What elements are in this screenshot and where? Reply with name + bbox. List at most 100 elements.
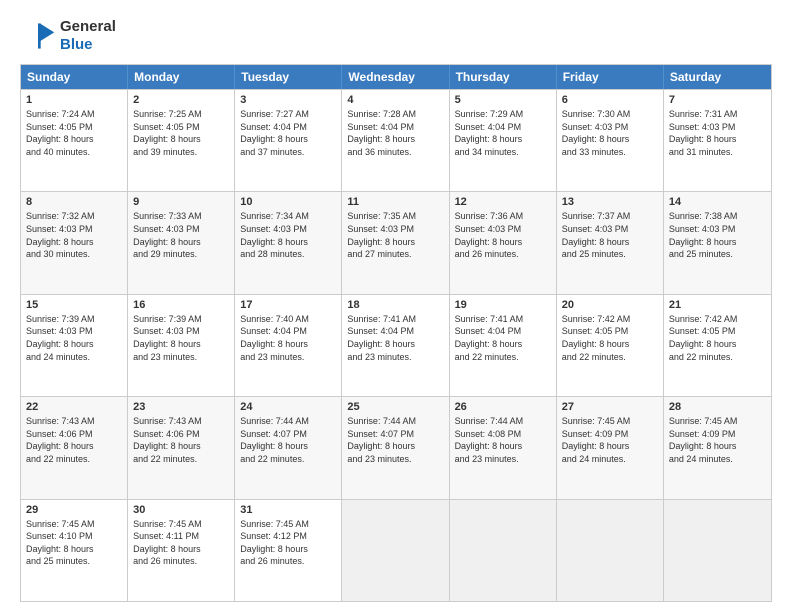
calendar-header-cell: Sunday (21, 65, 128, 89)
day-number: 6 (562, 94, 658, 106)
day-number: 3 (240, 94, 336, 106)
day-number: 27 (562, 401, 658, 413)
day-number: 17 (240, 299, 336, 311)
calendar-cell: 10 Sunrise: 7:34 AM Sunset: 4:03 PM Dayli… (235, 192, 342, 293)
day-details: Sunrise: 7:44 AM Sunset: 4:08 PM Dayligh… (455, 415, 551, 465)
day-details: Sunrise: 7:45 AM Sunset: 4:10 PM Dayligh… (26, 518, 122, 568)
calendar-cell: 30 Sunrise: 7:45 AM Sunset: 4:11 PM Dayli… (128, 500, 235, 601)
day-number: 14 (669, 196, 766, 208)
calendar-cell: 3 Sunrise: 7:27 AM Sunset: 4:04 PM Daylig… (235, 90, 342, 191)
day-number: 31 (240, 504, 336, 516)
calendar-cell: 5Sunrise: 7:29 AM Sunset: 4:04 PM Daylig… (450, 90, 557, 191)
day-details: Sunrise: 7:28 AM Sunset: 4:04 PM Dayligh… (347, 108, 443, 158)
calendar: SundayMondayTuesdayWednesdayThursdayFrid… (20, 64, 772, 602)
calendar-cell (342, 500, 449, 601)
calendar-cell: 20Sunrise: 7:42 AM Sunset: 4:05 PM Dayli… (557, 295, 664, 396)
calendar-row: 29 Sunrise: 7:45 AM Sunset: 4:10 PM Dayli… (21, 499, 771, 601)
day-details: Sunrise: 7:27 AM Sunset: 4:04 PM Dayligh… (240, 108, 336, 158)
day-details: Sunrise: 7:43 AM Sunset: 4:06 PM Dayligh… (133, 415, 229, 465)
logo-text-line2: Blue (60, 36, 116, 54)
day-number: 11 (347, 196, 443, 208)
day-details: Sunrise: 7:43 AM Sunset: 4:06 PM Dayligh… (26, 415, 122, 465)
day-number: 1 (26, 94, 122, 106)
day-details: Sunrise: 7:39 AM Sunset: 4:03 PM Dayligh… (26, 313, 122, 363)
calendar-header: SundayMondayTuesdayWednesdayThursdayFrid… (21, 65, 771, 89)
day-details: Sunrise: 7:30 AM Sunset: 4:03 PM Dayligh… (562, 108, 658, 158)
day-details: Sunrise: 7:45 AM Sunset: 4:09 PM Dayligh… (562, 415, 658, 465)
calendar-cell: 15 Sunrise: 7:39 AM Sunset: 4:03 PM Dayli… (21, 295, 128, 396)
day-details: Sunrise: 7:39 AM Sunset: 4:03 PM Dayligh… (133, 313, 229, 363)
page: General Blue SundayMondayTuesdayWednesda… (0, 0, 792, 612)
day-details: Sunrise: 7:25 AM Sunset: 4:05 PM Dayligh… (133, 108, 229, 158)
calendar-cell (450, 500, 557, 601)
header: General Blue (20, 18, 772, 54)
logo: General Blue (20, 18, 116, 54)
calendar-cell: 6 Sunrise: 7:30 AM Sunset: 4:03 PM Daylig… (557, 90, 664, 191)
day-details: Sunrise: 7:41 AM Sunset: 4:04 PM Dayligh… (455, 313, 551, 363)
day-details: Sunrise: 7:31 AM Sunset: 4:03 PM Dayligh… (669, 108, 766, 158)
calendar-row: 15 Sunrise: 7:39 AM Sunset: 4:03 PM Dayli… (21, 294, 771, 396)
calendar-cell: 16 Sunrise: 7:39 AM Sunset: 4:03 PM Dayli… (128, 295, 235, 396)
day-details: Sunrise: 7:35 AM Sunset: 4:03 PM Dayligh… (347, 210, 443, 260)
day-number: 15 (26, 299, 122, 311)
calendar-cell: 28Sunrise: 7:45 AM Sunset: 4:09 PM Dayli… (664, 397, 771, 498)
day-number: 16 (133, 299, 229, 311)
calendar-header-cell: Monday (128, 65, 235, 89)
calendar-cell: 8 Sunrise: 7:32 AM Sunset: 4:03 PM Daylig… (21, 192, 128, 293)
calendar-cell: 26 Sunrise: 7:44 AM Sunset: 4:08 PM Dayli… (450, 397, 557, 498)
calendar-row: 1 Sunrise: 7:24 AM Sunset: 4:05 PM Daylig… (21, 89, 771, 191)
calendar-header-cell: Wednesday (342, 65, 449, 89)
calendar-cell: 25Sunrise: 7:44 AM Sunset: 4:07 PM Dayli… (342, 397, 449, 498)
day-details: Sunrise: 7:40 AM Sunset: 4:04 PM Dayligh… (240, 313, 336, 363)
day-number: 26 (455, 401, 551, 413)
calendar-row: 8 Sunrise: 7:32 AM Sunset: 4:03 PM Daylig… (21, 191, 771, 293)
day-details: Sunrise: 7:24 AM Sunset: 4:05 PM Dayligh… (26, 108, 122, 158)
day-number: 28 (669, 401, 766, 413)
day-details: Sunrise: 7:44 AM Sunset: 4:07 PM Dayligh… (240, 415, 336, 465)
day-number: 29 (26, 504, 122, 516)
day-details: Sunrise: 7:36 AM Sunset: 4:03 PM Dayligh… (455, 210, 551, 260)
day-number: 25 (347, 401, 443, 413)
day-number: 24 (240, 401, 336, 413)
day-number: 23 (133, 401, 229, 413)
day-details: Sunrise: 7:45 AM Sunset: 4:12 PM Dayligh… (240, 518, 336, 568)
day-number: 30 (133, 504, 229, 516)
day-number: 22 (26, 401, 122, 413)
logo-text-line1: General (60, 18, 116, 36)
calendar-cell: 29 Sunrise: 7:45 AM Sunset: 4:10 PM Dayli… (21, 500, 128, 601)
calendar-cell: 24 Sunrise: 7:44 AM Sunset: 4:07 PM Dayli… (235, 397, 342, 498)
calendar-cell: 11 Sunrise: 7:35 AM Sunset: 4:03 PM Dayli… (342, 192, 449, 293)
calendar-cell: 2 Sunrise: 7:25 AM Sunset: 4:05 PM Daylig… (128, 90, 235, 191)
day-details: Sunrise: 7:32 AM Sunset: 4:03 PM Dayligh… (26, 210, 122, 260)
calendar-cell: 9 Sunrise: 7:33 AM Sunset: 4:03 PM Daylig… (128, 192, 235, 293)
day-details: Sunrise: 7:42 AM Sunset: 4:05 PM Dayligh… (562, 313, 658, 363)
day-details: Sunrise: 7:42 AM Sunset: 4:05 PM Dayligh… (669, 313, 766, 363)
day-number: 2 (133, 94, 229, 106)
day-number: 19 (455, 299, 551, 311)
day-details: Sunrise: 7:37 AM Sunset: 4:03 PM Dayligh… (562, 210, 658, 260)
calendar-header-cell: Friday (557, 65, 664, 89)
day-details: Sunrise: 7:41 AM Sunset: 4:04 PM Dayligh… (347, 313, 443, 363)
calendar-cell: 4Sunrise: 7:28 AM Sunset: 4:04 PM Daylig… (342, 90, 449, 191)
day-details: Sunrise: 7:38 AM Sunset: 4:03 PM Dayligh… (669, 210, 766, 260)
calendar-cell: 19 Sunrise: 7:41 AM Sunset: 4:04 PM Dayli… (450, 295, 557, 396)
calendar-cell: 13Sunrise: 7:37 AM Sunset: 4:03 PM Dayli… (557, 192, 664, 293)
day-number: 10 (240, 196, 336, 208)
day-details: Sunrise: 7:29 AM Sunset: 4:04 PM Dayligh… (455, 108, 551, 158)
calendar-cell: 18Sunrise: 7:41 AM Sunset: 4:04 PM Dayli… (342, 295, 449, 396)
day-number: 9 (133, 196, 229, 208)
calendar-cell: 31 Sunrise: 7:45 AM Sunset: 4:12 PM Dayli… (235, 500, 342, 601)
day-details: Sunrise: 7:34 AM Sunset: 4:03 PM Dayligh… (240, 210, 336, 260)
day-number: 21 (669, 299, 766, 311)
calendar-cell (557, 500, 664, 601)
calendar-cell: 17 Sunrise: 7:40 AM Sunset: 4:04 PM Dayli… (235, 295, 342, 396)
calendar-header-cell: Thursday (450, 65, 557, 89)
day-details: Sunrise: 7:45 AM Sunset: 4:11 PM Dayligh… (133, 518, 229, 568)
day-number: 8 (26, 196, 122, 208)
calendar-header-cell: Saturday (664, 65, 771, 89)
calendar-body: 1 Sunrise: 7:24 AM Sunset: 4:05 PM Daylig… (21, 89, 771, 601)
day-number: 7 (669, 94, 766, 106)
calendar-cell: 7 Sunrise: 7:31 AM Sunset: 4:03 PM Daylig… (664, 90, 771, 191)
calendar-cell: 22 Sunrise: 7:43 AM Sunset: 4:06 PM Dayli… (21, 397, 128, 498)
day-details: Sunrise: 7:33 AM Sunset: 4:03 PM Dayligh… (133, 210, 229, 260)
